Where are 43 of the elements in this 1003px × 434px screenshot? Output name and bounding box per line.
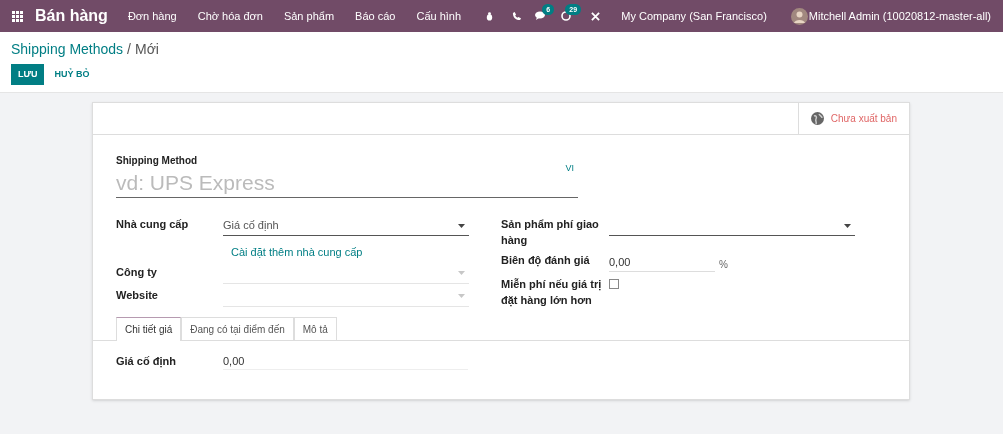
chat-icon[interactable]	[535, 11, 548, 21]
globe-icon	[810, 112, 824, 125]
field-label: Nhà cung cấp	[116, 217, 190, 232]
menu-item[interactable]: Đơn hàng	[127, 7, 177, 25]
checkbox[interactable]	[609, 279, 619, 289]
save-button[interactable]: LƯU	[11, 64, 45, 85]
percent-unit: %	[719, 258, 728, 272]
menu-item[interactable]: Báo cáo	[355, 7, 396, 25]
phone-icon[interactable]	[512, 11, 522, 21]
caret-icon	[844, 223, 851, 228]
install-providers-link[interactable]: Cài đặt thêm nhà cung cấp	[231, 244, 469, 261]
discard-button[interactable]: HUỶ BỎ	[45, 64, 99, 85]
field-label: Miễn phí nếu giá trị đặt hàng lớn hơn	[501, 277, 603, 308]
number-field[interactable]: 0,00	[609, 252, 715, 272]
price-field[interactable]: 0,00	[223, 353, 468, 370]
caret-icon	[458, 271, 465, 275]
field-label: Shipping Method	[116, 154, 198, 168]
publish-status-button[interactable]: Chưa xuất bản	[797, 103, 909, 134]
user-menu[interactable]: Mitchell Admin (10020812-master-all)	[808, 7, 991, 25]
field-label: Công ty	[116, 264, 158, 280]
breadcrumb-separator: /	[127, 41, 131, 57]
clock-icon[interactable]	[561, 11, 572, 21]
field-label: Giá cố định	[116, 354, 177, 370]
field-label: Website	[116, 287, 159, 303]
tools-icon[interactable]	[591, 11, 601, 21]
select-field[interactable]: Giá cố định	[223, 216, 469, 236]
name-input[interactable]: vd: UPS Express	[116, 169, 416, 197]
field-label: Sản phẩm phí giao hàng	[501, 217, 600, 248]
menu-item[interactable]: Sản phẩm	[283, 7, 335, 25]
menu-item[interactable]: Chờ hóa đơn	[197, 7, 263, 25]
company-switcher[interactable]: My Company (San Francisco)	[621, 7, 767, 25]
field-label: Biên độ đánh giá	[501, 253, 591, 268]
tab[interactable]: Chi tiết giá	[116, 317, 182, 341]
breadcrumb-current: Mới	[134, 41, 159, 57]
tab[interactable]: Đang có tại điểm đến	[181, 317, 294, 341]
menu-item[interactable]: Cấu hình	[416, 7, 462, 25]
breadcrumb-link[interactable]: Shipping Methods	[11, 41, 124, 57]
avatar-icon[interactable]	[790, 7, 808, 25]
apps-grid-icon[interactable]	[12, 10, 23, 22]
caret-icon	[458, 294, 465, 298]
caret-icon	[458, 223, 465, 228]
tab[interactable]: Mô tả	[293, 317, 337, 341]
app-name[interactable]: Bán hàng	[35, 4, 108, 28]
